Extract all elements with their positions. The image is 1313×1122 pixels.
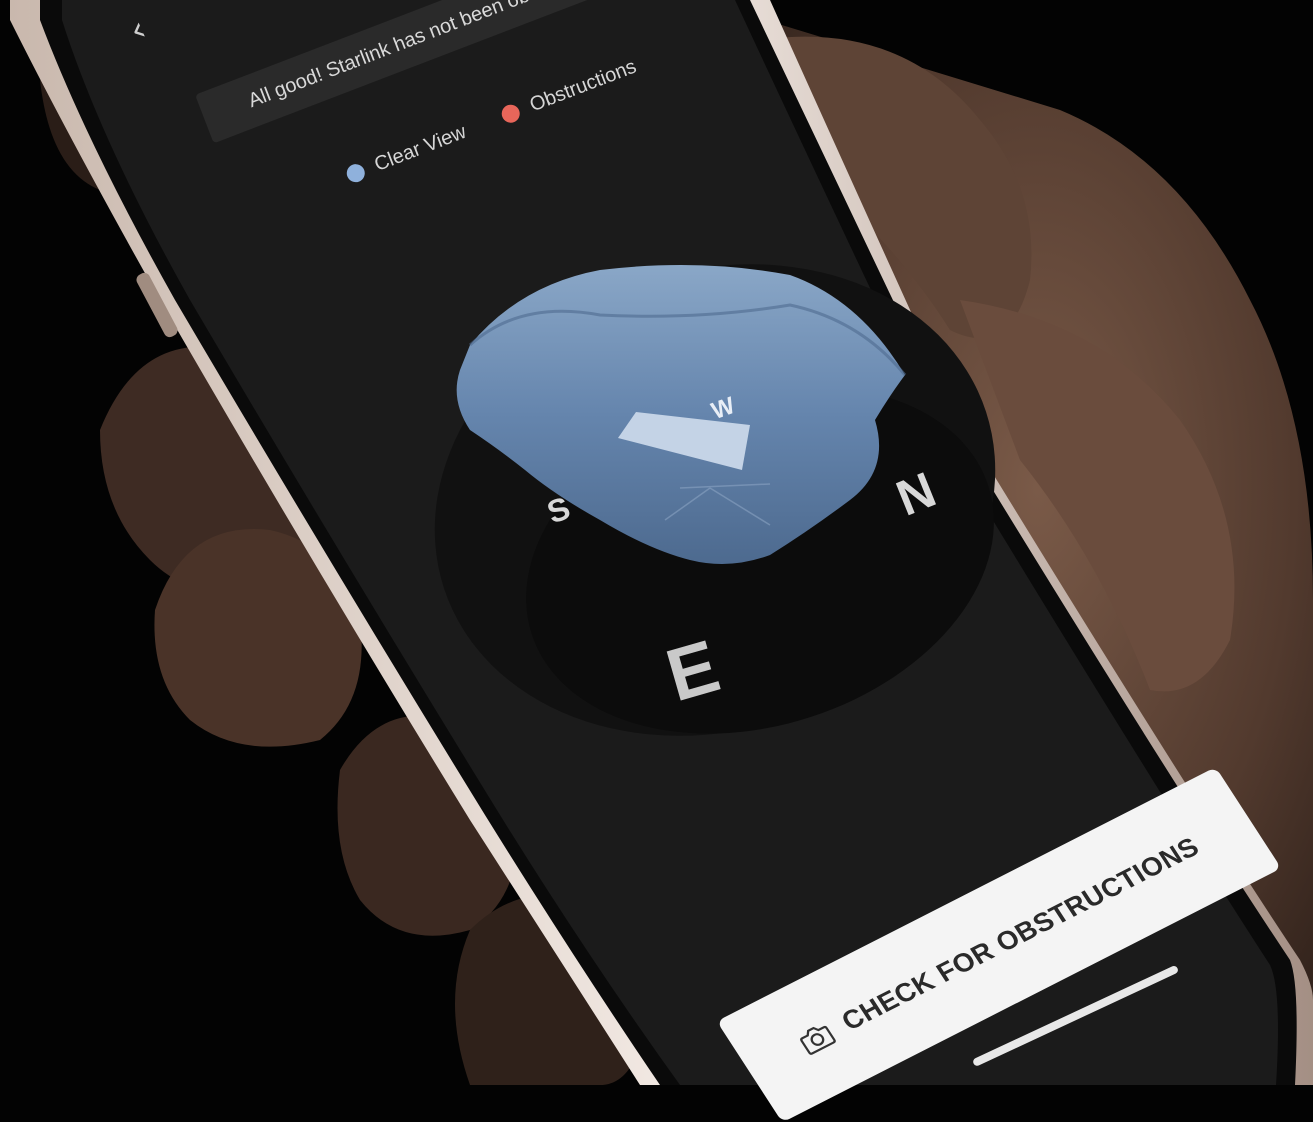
chevron-left-icon: ‹ — [123, 8, 153, 52]
camera-icon — [799, 1026, 836, 1055]
obstructions-dot-icon — [499, 101, 523, 126]
